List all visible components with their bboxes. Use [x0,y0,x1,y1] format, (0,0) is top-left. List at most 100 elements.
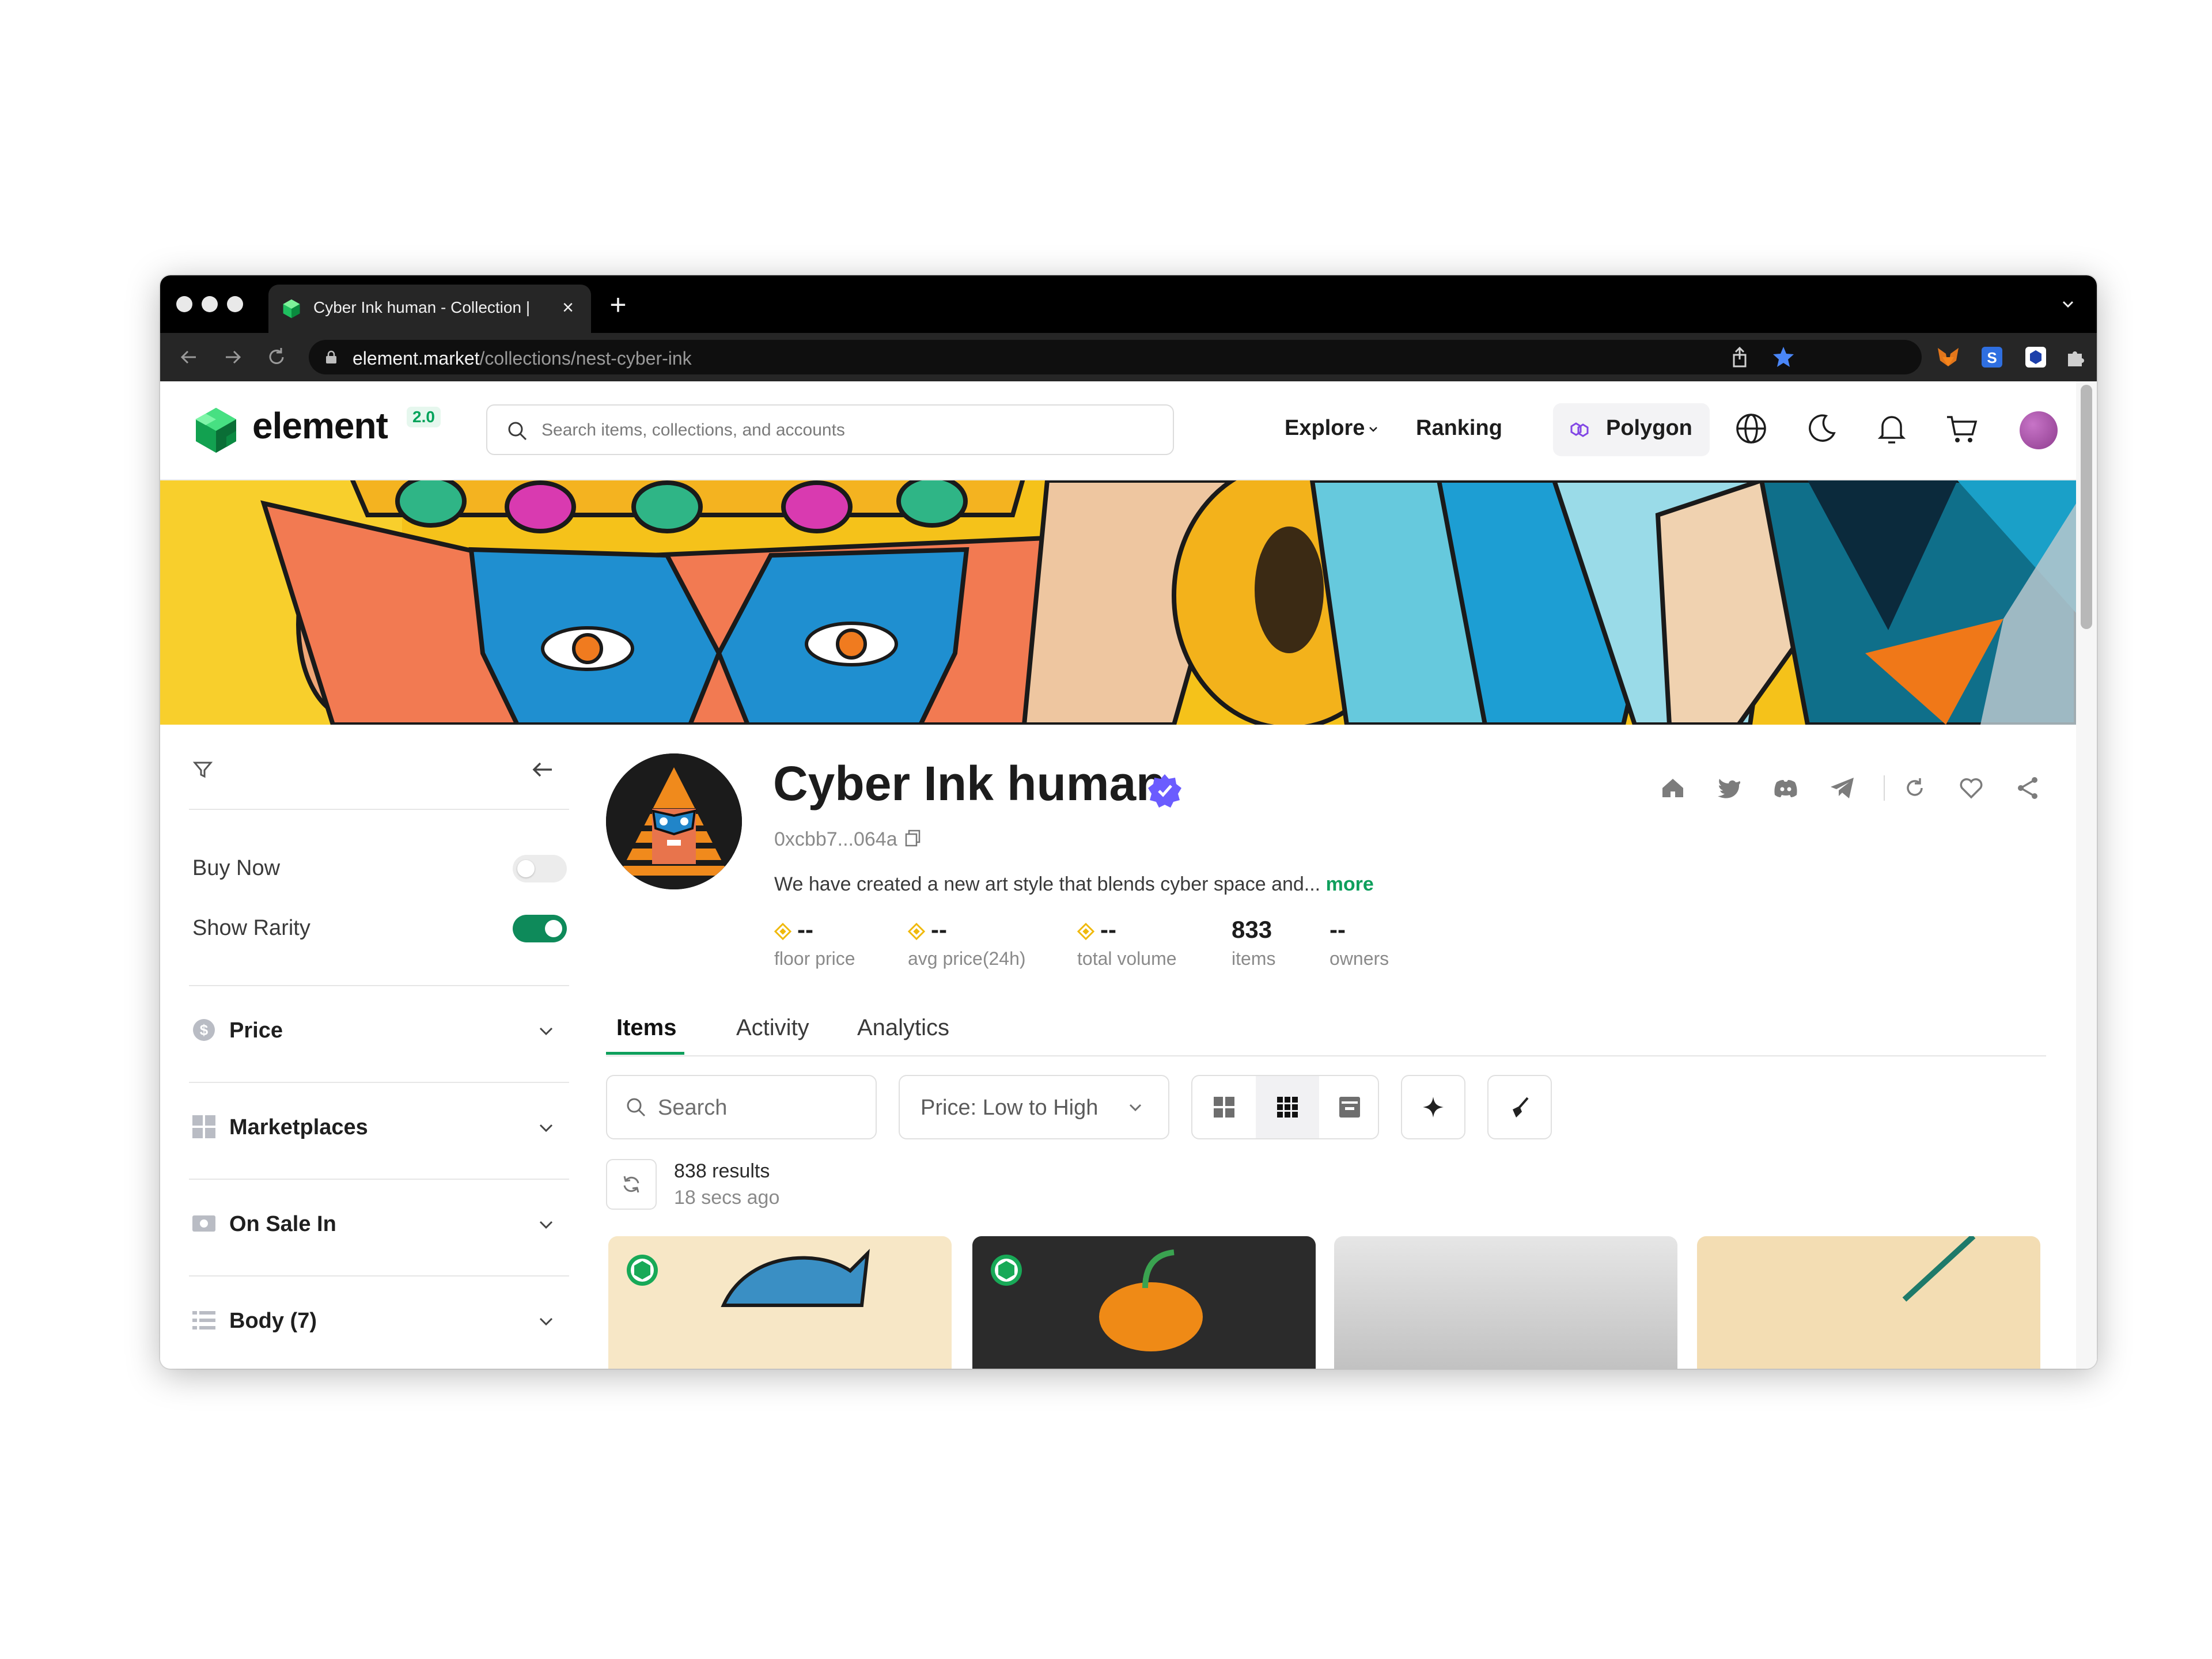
s-extension-icon[interactable]: S [1978,343,2006,371]
small-grid-icon [1277,1097,1298,1118]
share-icon[interactable] [1726,343,1753,371]
sort-dropdown[interactable]: Price: Low to High [899,1075,1169,1139]
forward-arrow-icon[interactable] [220,344,245,370]
bnb-coin-icon [1077,922,1094,940]
chevron-down-icon[interactable] [536,1214,556,1235]
element-logo-icon[interactable] [191,406,241,455]
stat-total-volume: -- total volume [1077,916,1177,969]
stat-avg-price: -- avg price(24h) [908,916,1026,969]
collapse-sidebar-arrow-icon[interactable] [529,756,556,783]
copy-icon[interactable] [903,828,923,848]
bnb-coin-icon [908,922,925,940]
sweep-button[interactable] [1487,1075,1552,1139]
tab-title: Cyber Ink human - Collection | [313,298,531,316]
collection-avatar-art [606,753,742,889]
dark-mode-moon-icon[interactable] [1803,410,1840,447]
scrollbar-thumb[interactable] [2081,385,2092,629]
marketplaces-grid-icon [192,1115,215,1138]
refresh-results-button[interactable] [606,1159,657,1210]
nav-explore[interactable]: Explore [1285,416,1378,441]
globe-icon[interactable] [1733,410,1770,447]
telegram-icon[interactable] [1827,773,1857,803]
user-avatar[interactable] [2020,411,2058,449]
tab-close-icon[interactable]: × [555,295,581,320]
on-sale-in-filter-label[interactable]: On Sale In [229,1212,336,1237]
webpage: element 2.0 Search items, collections, a… [160,381,2097,1369]
window-maximize-dot[interactable] [227,296,243,312]
nft-card-loading[interactable] [1334,1236,1677,1369]
element-badge-icon [627,1255,658,1286]
version-badge: 2.0 [407,407,441,427]
results-count: 838 results [674,1160,770,1182]
chevron-down-icon[interactable] [536,1118,556,1138]
svg-text:S: S [1987,349,1997,366]
back-arrow-icon[interactable] [176,344,202,370]
tab-analytics[interactable]: Analytics [857,1015,949,1041]
filter-funnel-icon [192,762,213,778]
collection-description: We have created a new art style that ble… [774,873,1374,895]
marketplaces-filter-label[interactable]: Marketplaces [229,1115,368,1140]
discord-icon[interactable] [1771,773,1801,803]
network-selector-button[interactable]: Polygon [1553,403,1710,456]
browser-toolbar: element.market/collections/nest-cyber-in… [160,333,2097,381]
new-tab-icon[interactable]: + [603,289,634,320]
nft-card-image [1902,1236,1976,1302]
url-text: element.market/collections/nest-cyber-in… [353,348,692,369]
tab-activity[interactable]: Activity [736,1015,809,1041]
chevron-down-icon[interactable] [536,1311,556,1332]
home-icon[interactable] [1658,773,1688,803]
items-search-input[interactable]: Search [606,1075,877,1139]
browser-tab[interactable]: Cyber Ink human - Collection | × [268,285,591,333]
broom-icon [1513,1097,1529,1118]
show-rarity-label: Show Rarity [192,916,310,940]
show-rarity-toggle[interactable] [513,915,567,942]
notification-bell-icon[interactable] [1873,410,1910,447]
tab-items[interactable]: Items [616,1015,677,1041]
divider [189,985,569,986]
sparkle-button[interactable] [1401,1075,1465,1139]
chevron-down-icon[interactable] [536,1021,556,1041]
buy-now-label: Buy Now [192,856,281,880]
twitter-icon[interactable] [1714,773,1744,803]
bookmark-star-icon[interactable] [1770,343,1797,371]
nft-card[interactable] [972,1236,1316,1369]
divider [1884,775,1885,801]
filter-sidebar: Buy Now Show Rarity $ Price Marketplaces [160,725,586,1369]
divider [189,1082,569,1083]
refresh-metadata-icon[interactable] [1900,773,1930,803]
nft-card[interactable] [608,1236,952,1369]
body-filter-label[interactable]: Body (7) [229,1309,317,1334]
stat-items: 833 items [1232,916,1276,969]
small-grid-view-button[interactable] [1256,1076,1319,1138]
hex-extension-icon[interactable] [2022,343,2050,371]
list-icon [192,1311,215,1330]
browser-tab-strip: Cyber Ink human - Collection | × + [160,275,2097,333]
cart-icon[interactable] [1944,410,1980,447]
page-scrollbar[interactable] [2076,381,2097,1369]
network-label: Polygon [1606,416,1692,440]
tab-search-chevron-icon[interactable] [2056,293,2080,316]
more-link[interactable]: more [1326,873,1374,895]
search-icon [627,1098,646,1117]
extensions-puzzle-icon[interactable] [2061,343,2089,371]
svg-text:$: $ [200,1021,209,1039]
favorite-heart-icon[interactable] [1956,773,1986,803]
address-bar[interactable]: element.market/collections/nest-cyber-in… [309,340,1922,374]
nft-card-image [721,1248,870,1307]
window-close-dot[interactable] [176,296,192,312]
chevron-down-icon [1369,427,1378,432]
large-grid-view-button[interactable] [1192,1076,1256,1138]
logo-wordmark[interactable]: element [252,404,388,447]
global-search-input[interactable]: Search items, collections, and accounts [486,404,1174,455]
price-filter-label[interactable]: Price [229,1018,283,1043]
window-minimize-dot[interactable] [202,296,218,312]
nft-card[interactable] [1697,1236,2040,1369]
metamask-extension-icon[interactable] [1934,343,1962,371]
share-icon[interactable] [2013,773,2043,803]
active-tab-indicator [606,1052,684,1055]
buy-now-toggle[interactable] [513,855,567,882]
nav-ranking[interactable]: Ranking [1416,416,1502,441]
table-view-button[interactable] [1318,1076,1378,1138]
last-updated: 18 secs ago [674,1187,780,1209]
reload-icon[interactable] [264,344,289,370]
